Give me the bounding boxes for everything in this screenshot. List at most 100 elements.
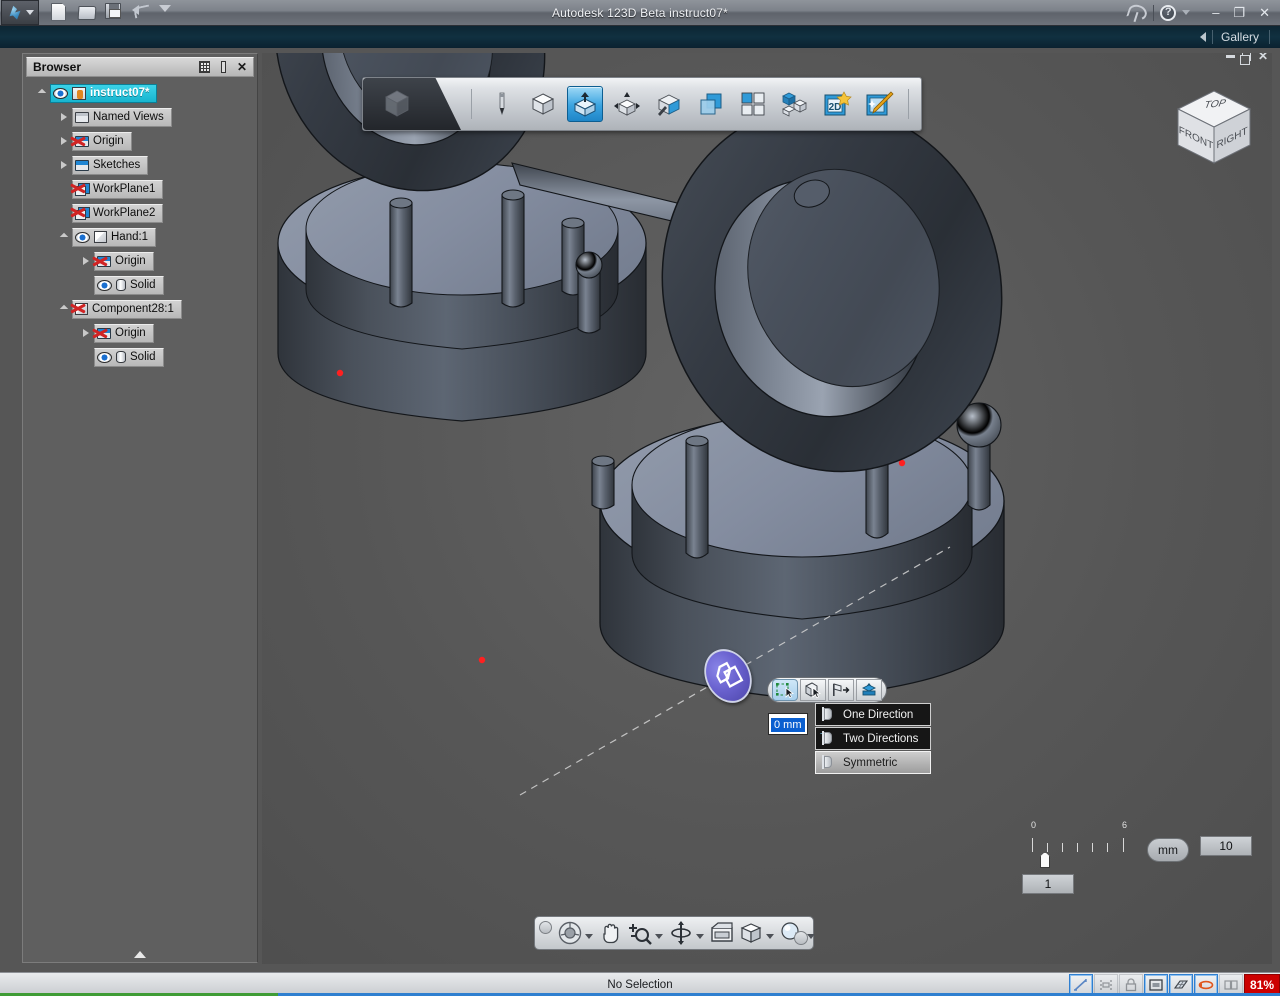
modify-tool[interactable] bbox=[609, 86, 645, 122]
tree-item-box[interactable]: instruct07* bbox=[50, 83, 158, 103]
gallery-label[interactable]: Gallery bbox=[1221, 30, 1259, 44]
help-dropdown-icon[interactable] bbox=[1182, 10, 1191, 15]
tree-item-box[interactable]: Solid bbox=[94, 275, 164, 295]
save-file-icon[interactable] bbox=[105, 2, 125, 23]
new-file-icon[interactable] bbox=[51, 2, 71, 23]
window-minimize-button[interactable]: – bbox=[1208, 5, 1223, 20]
tree-item-box[interactable]: Sketches bbox=[72, 155, 149, 175]
menu-item-two-directions[interactable]: + Two Directions bbox=[815, 727, 931, 750]
assemble-tool[interactable] bbox=[777, 86, 813, 122]
tree-item-hand-1[interactable]: Hand:1 bbox=[23, 227, 257, 247]
tree-item-component28-1[interactable]: Component28:1 bbox=[23, 299, 257, 319]
constraint-toggle[interactable] bbox=[1093, 974, 1118, 995]
tree-item-workplane1[interactable]: WorkPlane1 bbox=[23, 179, 257, 199]
lock-toggle[interactable] bbox=[1118, 974, 1143, 995]
tree-item-box[interactable]: Origin bbox=[72, 131, 132, 151]
grid-value-field[interactable]: 10 bbox=[1200, 836, 1252, 856]
viewport-restore-button[interactable] bbox=[1239, 53, 1251, 65]
orbit-button[interactable] bbox=[668, 920, 706, 946]
ruler-slider-handle[interactable] bbox=[1040, 852, 1050, 868]
satellite-dish-icon[interactable] bbox=[1127, 4, 1147, 22]
viewport-close-button[interactable]: ✕ bbox=[1258, 53, 1268, 62]
look-button[interactable] bbox=[709, 920, 735, 946]
tree-item-sketches[interactable]: Sketches bbox=[23, 155, 257, 175]
tree-item-origin[interactable]: Origin bbox=[23, 251, 257, 271]
expander-closed-icon[interactable] bbox=[57, 111, 70, 124]
tree-item-solid[interactable]: Solid bbox=[23, 347, 257, 367]
extrude-distance-field[interactable]: 0 mm bbox=[768, 713, 808, 735]
filter-icon[interactable] bbox=[196, 60, 212, 75]
snap-value-field[interactable]: 1 bbox=[1022, 874, 1074, 894]
display-toggle[interactable] bbox=[1218, 974, 1243, 995]
tree-item-box[interactable]: Origin bbox=[94, 323, 154, 343]
menu-item-one-direction[interactable]: One Direction bbox=[815, 703, 931, 726]
open-file-icon[interactable] bbox=[77, 3, 98, 23]
help-icon[interactable]: ? bbox=[1160, 4, 1177, 21]
tree-item-box[interactable]: Solid bbox=[94, 347, 164, 367]
visibility-eye-icon[interactable] bbox=[97, 279, 112, 291]
chevron-down-icon[interactable] bbox=[766, 933, 774, 939]
pattern-tool[interactable] bbox=[651, 86, 687, 122]
hidden-folder-icon[interactable] bbox=[97, 255, 111, 267]
visual-style-button[interactable] bbox=[779, 920, 817, 946]
expander-closed-icon[interactable] bbox=[79, 255, 92, 268]
hidden-workplane-icon[interactable] bbox=[75, 183, 90, 196]
visibility-eye-icon[interactable] bbox=[97, 351, 112, 363]
extrude-direction-button[interactable] bbox=[828, 679, 854, 701]
chevron-down-icon[interactable] bbox=[807, 933, 815, 939]
hidden-folder-icon[interactable] bbox=[97, 327, 111, 339]
hidden-component-icon[interactable] bbox=[75, 303, 88, 315]
window-close-button[interactable]: ✕ bbox=[1255, 5, 1274, 21]
gallery-collapse-icon[interactable] bbox=[1199, 32, 1206, 42]
sketch-tool[interactable] bbox=[483, 86, 519, 122]
dock-pin-icon[interactable] bbox=[215, 60, 231, 75]
tree-item-box[interactable]: Named Views bbox=[72, 107, 172, 127]
customize-dropdown-icon[interactable] bbox=[159, 3, 173, 23]
tree-item-box[interactable]: Component28:1 bbox=[72, 299, 182, 319]
undo-icon[interactable] bbox=[132, 3, 152, 23]
twod-tool[interactable]: 2D bbox=[819, 86, 855, 122]
expander-open-icon[interactable] bbox=[35, 87, 48, 100]
extrude-operation-button[interactable] bbox=[856, 679, 882, 701]
visibility-eye-icon[interactable] bbox=[75, 231, 90, 243]
hidden-folder-icon[interactable] bbox=[75, 135, 89, 147]
tree-item-box[interactable]: Origin bbox=[94, 251, 154, 271]
steering-wheel-button[interactable] bbox=[557, 920, 595, 946]
view-cube[interactable]: TOP FRONT RIGHT bbox=[1166, 83, 1262, 179]
select-solid-button[interactable] bbox=[800, 679, 826, 701]
zoom-button[interactable] bbox=[627, 920, 665, 946]
browser-scroll-indicator[interactable] bbox=[26, 949, 254, 960]
expander-closed-icon[interactable] bbox=[79, 327, 92, 340]
tree-item-origin[interactable]: Origin bbox=[23, 323, 257, 343]
chevron-down-icon[interactable] bbox=[585, 933, 593, 939]
magic-wand-tool[interactable] bbox=[861, 86, 897, 122]
close-panel-icon[interactable]: ✕ bbox=[234, 60, 250, 75]
expander-open-icon[interactable] bbox=[57, 231, 70, 244]
tree-item-solid[interactable]: Solid bbox=[23, 275, 257, 295]
tree-item-origin[interactable]: Origin bbox=[23, 131, 257, 151]
unit-selector[interactable]: mm bbox=[1147, 838, 1189, 862]
visibility-eye-icon[interactable] bbox=[53, 87, 68, 99]
hidden-workplane-icon[interactable] bbox=[75, 207, 90, 220]
expander-open-icon[interactable] bbox=[57, 303, 70, 316]
expander-closed-icon[interactable] bbox=[57, 159, 70, 172]
tree-item-workplane2[interactable]: WorkPlane2 bbox=[23, 203, 257, 223]
tree-item-box[interactable]: WorkPlane1 bbox=[72, 179, 164, 199]
primitives-tool[interactable] bbox=[525, 86, 561, 122]
combine-tool[interactable] bbox=[693, 86, 729, 122]
extrude-manipulator-disc[interactable] bbox=[695, 640, 761, 712]
window-maximize-button[interactable]: ❐ bbox=[1229, 5, 1249, 21]
construct-tool[interactable] bbox=[567, 86, 603, 122]
grid-tool[interactable] bbox=[735, 86, 771, 122]
views-button[interactable] bbox=[738, 920, 776, 946]
tree-item-box[interactable]: WorkPlane2 bbox=[72, 203, 164, 223]
tree-item-instruct07[interactable]: instruct07* bbox=[23, 83, 257, 103]
chevron-down-icon[interactable] bbox=[655, 933, 663, 939]
chevron-down-icon[interactable] bbox=[696, 933, 704, 939]
viewport-3d[interactable]: ✕ 2D TOP FRONT RIGHT 0 mm One Direction … bbox=[262, 53, 1272, 964]
select-profile-button[interactable] bbox=[772, 679, 798, 701]
pan-button[interactable] bbox=[598, 920, 624, 946]
viewport-minimize-button[interactable] bbox=[1225, 55, 1235, 58]
menu-item-symmetric[interactable]: Symmetric bbox=[815, 751, 931, 774]
tree-item-named-views[interactable]: Named Views bbox=[23, 107, 257, 127]
